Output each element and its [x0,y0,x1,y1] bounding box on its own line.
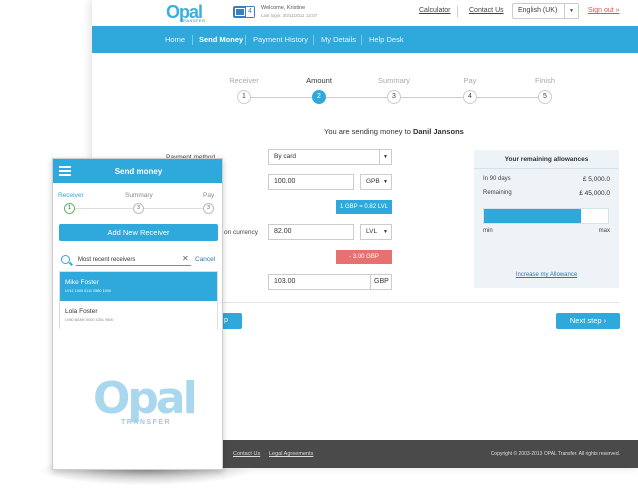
chevron-down-icon: ▼ [383,229,388,235]
welcome-block: Welcome, Kristine Last login: 30/11/2011… [261,5,317,19]
mobile-step-circle-1[interactable]: 1 [64,203,75,214]
message-count-badge: 4 [246,7,254,17]
nav-send-money[interactable]: Send Money [199,35,243,44]
language-value: English (UK) [518,7,558,14]
copyright-text: Copyright © 2003-2013 OPAL Transfer. All… [490,451,620,457]
receiver-list-item[interactable]: Lola Foster LV80 BANK 0000 4351 9500 [60,301,217,329]
logo-text: Opal [93,373,198,424]
receiver-item-account: LV12 1000 0111 0580 1000 [65,289,112,293]
contact-us-link[interactable]: Contact Us [469,7,504,14]
opal-logo[interactable]: Opal TRANSFER [166,2,206,24]
chevron-down-icon: ▼ [383,179,388,185]
nav-payment-history[interactable]: Payment History [253,35,308,44]
language-select[interactable]: English (UK) ▼ [512,3,579,19]
next-step-button[interactable]: Next step › [556,313,620,329]
total-amount-field: 103.00 [268,274,370,290]
footer-legal-link[interactable]: Legal Agreements [269,451,313,457]
logo-subtext: TRANSFER [180,18,206,23]
sending-to-text: You are sending money to Danil Jansons [324,127,464,136]
nav-divider [245,35,246,45]
calculator-link[interactable]: Calculator [419,7,451,14]
mobile-phone-mockup: Send money Receiver Summary Pay 1 3 3 Ad… [52,158,223,470]
step-label-pay: Pay [463,76,477,85]
step-circle-1[interactable]: 1 [237,90,251,104]
receive-currency-label: on currency [224,229,258,236]
step-label-receiver: Receiver [229,76,259,85]
receiver-item-name: Mike Foster [65,279,99,286]
progress-max-label: max [598,228,610,234]
amount-currency-value: GPB [366,178,380,185]
search-cancel-button[interactable]: Cancel [195,256,215,263]
envelope-icon [235,8,245,16]
nav-divider [192,35,193,45]
nav-home[interactable]: Home [165,35,185,44]
amount-input[interactable]: 100.00 [268,174,354,190]
receiver-list-item[interactable]: Mike Foster LV12 1000 0111 0580 1000 [60,272,217,301]
chevron-down-icon: ▼ [379,150,391,164]
receive-amount-input[interactable]: 82.00 [268,224,354,240]
fee-badge: - 3.00 GBP [336,250,392,264]
step-label-finish: Finish [534,76,555,85]
allowance-title: Your remaining allowances [504,156,589,163]
receive-currency-select[interactable]: LVL ▼ [360,224,392,240]
receiver-name: Danil Jansons [412,127,464,136]
exchange-rate-badge: 1 GBP = 0.82 LVL [336,200,392,214]
amount-currency-select[interactable]: GPB ▼ [360,174,392,190]
receiver-item-name: Lola Foster [65,308,98,315]
total-currency: GBP [370,274,392,290]
mobile-title: Send money [114,167,163,176]
footer-contact-link[interactable]: Contact Us [233,451,260,457]
mobile-step-circle-2[interactable]: 3 [133,203,144,214]
allowance-key: In 90 days [483,176,511,182]
sending-prefix: You are sending money to [324,127,411,136]
allowance-key: Remaining [483,190,512,196]
payment-method-value: By card [274,153,297,160]
allowance-progress-fill [484,209,581,223]
nav-divider [313,35,314,45]
welcome-text: Welcome, Kristine [261,5,306,11]
allowance-progress-bar [483,208,609,224]
nav-my-details[interactable]: My Details [321,35,356,44]
step-circle-5[interactable]: 5 [538,90,552,104]
payment-method-select[interactable]: By card ▼ [268,149,392,165]
allowance-value: £ 45,000.0 [579,190,610,197]
logo-subtext: TRANSFER [121,419,172,426]
receive-currency-value: LVL [366,228,378,235]
top-bar: Opal TRANSFER 4 Welcome, Kristine Last l… [92,0,638,26]
nav-help-desk[interactable]: Help Desk [369,35,404,44]
receiver-item-account: LV80 BANK 0000 4351 9500 [65,318,114,322]
allowance-value: £ 5,000.0 [582,176,610,183]
mobile-header: Send money [53,159,222,183]
clear-icon[interactable]: ✕ [182,254,189,263]
divider [474,168,619,169]
step-circle-4[interactable]: 4 [463,90,477,104]
mobile-step-label-receiver: Receiver [58,192,84,199]
sign-out-link[interactable]: Sign out » [588,7,620,14]
increase-allowance-link[interactable]: Increase my Allowance [474,272,619,278]
progress-min-label: min [483,228,493,234]
messages-button[interactable]: 4 [233,6,255,18]
chevron-down-icon: ▼ [564,4,578,18]
mobile-step-circle-3[interactable]: 3 [203,203,214,214]
main-nav: Home Send Money Payment History My Detai… [92,26,638,53]
step-circle-3[interactable]: 3 [387,90,401,104]
last-login-text: Last login: 30/11/2011 13:07 [261,13,318,18]
mobile-step-label-summary: Summary [125,192,153,199]
allowance-panel: Your remaining allowances In 90 days £ 5… [474,150,619,288]
nav-divider [361,35,362,45]
step-label-summary: Summary [377,76,411,85]
receiver-search-input[interactable]: Most recent receivers [76,254,191,266]
step-circle-2[interactable]: 2 [312,90,326,104]
search-icon [61,255,70,264]
add-new-receiver-button[interactable]: Add New Receiver [59,224,218,241]
mobile-step-label-pay: Pay [203,192,215,199]
receiver-list: Mike Foster LV12 1000 0111 0580 1000 Lol… [59,271,218,329]
separator [457,6,458,17]
previous-step-button[interactable]: p [222,313,242,329]
opal-logo-large: Opal TRANSFER [93,373,198,429]
mobile-search: Most recent receivers ✕ Cancel [59,254,218,268]
step-label-amount: Amount [306,76,332,85]
